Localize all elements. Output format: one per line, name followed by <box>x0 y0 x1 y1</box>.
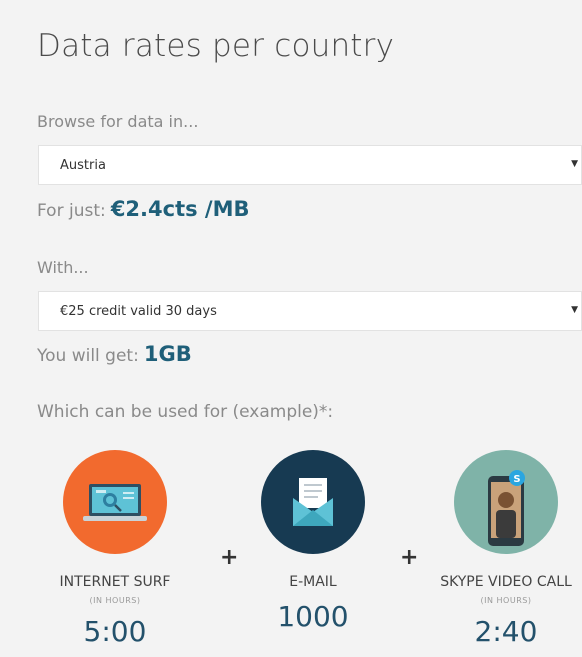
skype-phone-icon: S <box>454 450 558 554</box>
credit-select[interactable]: €25 credit valid 30 days ▼ <box>38 291 582 331</box>
usage-name: E-MAIL <box>289 574 337 590</box>
get-value: 1GB <box>143 342 192 366</box>
usage-value: 5:00 <box>83 615 147 648</box>
page-title: Data rates per country <box>37 28 395 64</box>
browse-label: Browse for data in... <box>37 112 199 131</box>
laptop-globe-icon <box>63 450 167 554</box>
rate-value: €2.4cts /MB <box>110 197 250 221</box>
usage-internet-surf: INTERNET SURF (IN HOURS) 5:00 <box>40 450 190 648</box>
usage-unit: (IN HOURS) <box>89 596 141 605</box>
rate-prefix: For just: <box>37 201 106 221</box>
rate-result: For just: €2.4cts /MB <box>37 197 250 221</box>
credit-select-value: €25 credit valid 30 days <box>60 304 217 319</box>
usage-email: E-MAIL 1000 <box>238 450 388 633</box>
usage-value: 1000 <box>277 600 349 633</box>
chevron-down-icon[interactable]: ▼ <box>571 305 578 315</box>
envelope-icon <box>261 450 365 554</box>
chevron-down-icon[interactable]: ▼ <box>571 159 578 169</box>
country-select[interactable]: Austria ▼ <box>38 145 582 185</box>
usage-value: 2:40 <box>474 615 538 648</box>
usage-skype-video-call: S SKYPE VIDEO CALL (IN HOURS) 2:40 <box>431 450 581 648</box>
plus-sign: + <box>220 545 239 570</box>
example-label: Which can be used for (example)*: <box>37 402 334 422</box>
usage-unit: (IN HOURS) <box>480 596 532 605</box>
usage-name: SKYPE VIDEO CALL <box>440 574 572 590</box>
with-label: With... <box>37 258 89 277</box>
get-result: You will get: 1GB <box>37 342 192 366</box>
svg-text:S: S <box>513 474 520 485</box>
get-prefix: You will get: <box>37 346 139 366</box>
plus-sign: + <box>400 545 419 570</box>
country-select-value: Austria <box>60 158 106 173</box>
usage-name: INTERNET SURF <box>59 574 171 590</box>
data-rates-panel: Data rates per country Browse for data i… <box>0 0 582 657</box>
